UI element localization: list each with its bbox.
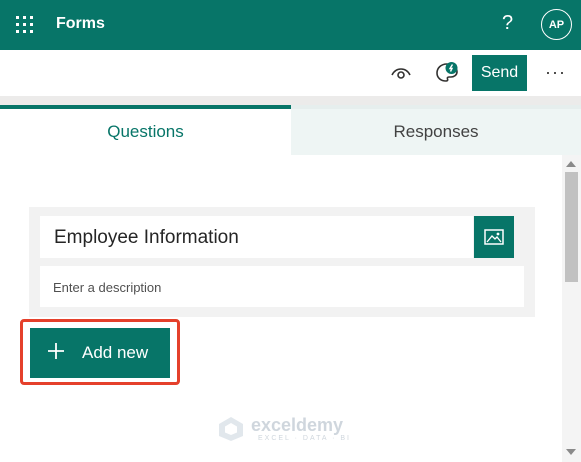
more-options-icon[interactable]: ···	[545, 62, 566, 83]
scroll-up-arrow-icon[interactable]	[566, 161, 576, 167]
eye-icon[interactable]	[389, 61, 413, 85]
exceldemy-logo-icon	[219, 417, 243, 441]
watermark-tagline: EXCEL · DATA · BI	[258, 435, 351, 442]
add-new-label: Add new	[82, 343, 149, 362]
scroll-down-arrow-icon[interactable]	[566, 449, 576, 455]
tab-bar: Questions Responses	[0, 105, 581, 155]
divider	[0, 96, 581, 105]
vertical-scrollbar[interactable]	[562, 155, 581, 462]
scroll-thumb[interactable]	[565, 172, 578, 282]
plus-icon	[48, 343, 64, 359]
tab-questions[interactable]: Questions	[0, 105, 291, 155]
image-icon	[484, 229, 504, 245]
avatar[interactable]: AP	[541, 9, 572, 40]
form-description-field[interactable]: Enter a description	[40, 266, 524, 307]
add-new-button[interactable]: Add new	[30, 328, 170, 378]
send-button[interactable]: Send	[472, 55, 527, 91]
palette-icon[interactable]	[435, 61, 459, 85]
insert-image-button[interactable]	[474, 216, 514, 258]
tab-responses[interactable]: Responses	[291, 105, 581, 155]
watermark: exceldemy EXCEL · DATA · BI	[218, 413, 368, 443]
app-launcher-icon[interactable]	[16, 16, 34, 34]
form-title-field[interactable]: Employee Information	[40, 216, 473, 258]
help-icon[interactable]: ?	[502, 12, 513, 35]
form-toolbar: Send ···	[0, 50, 581, 96]
watermark-name: exceldemy	[251, 415, 344, 435]
app-header: Forms ? AP	[0, 0, 581, 50]
app-name[interactable]: Forms	[56, 15, 105, 33]
